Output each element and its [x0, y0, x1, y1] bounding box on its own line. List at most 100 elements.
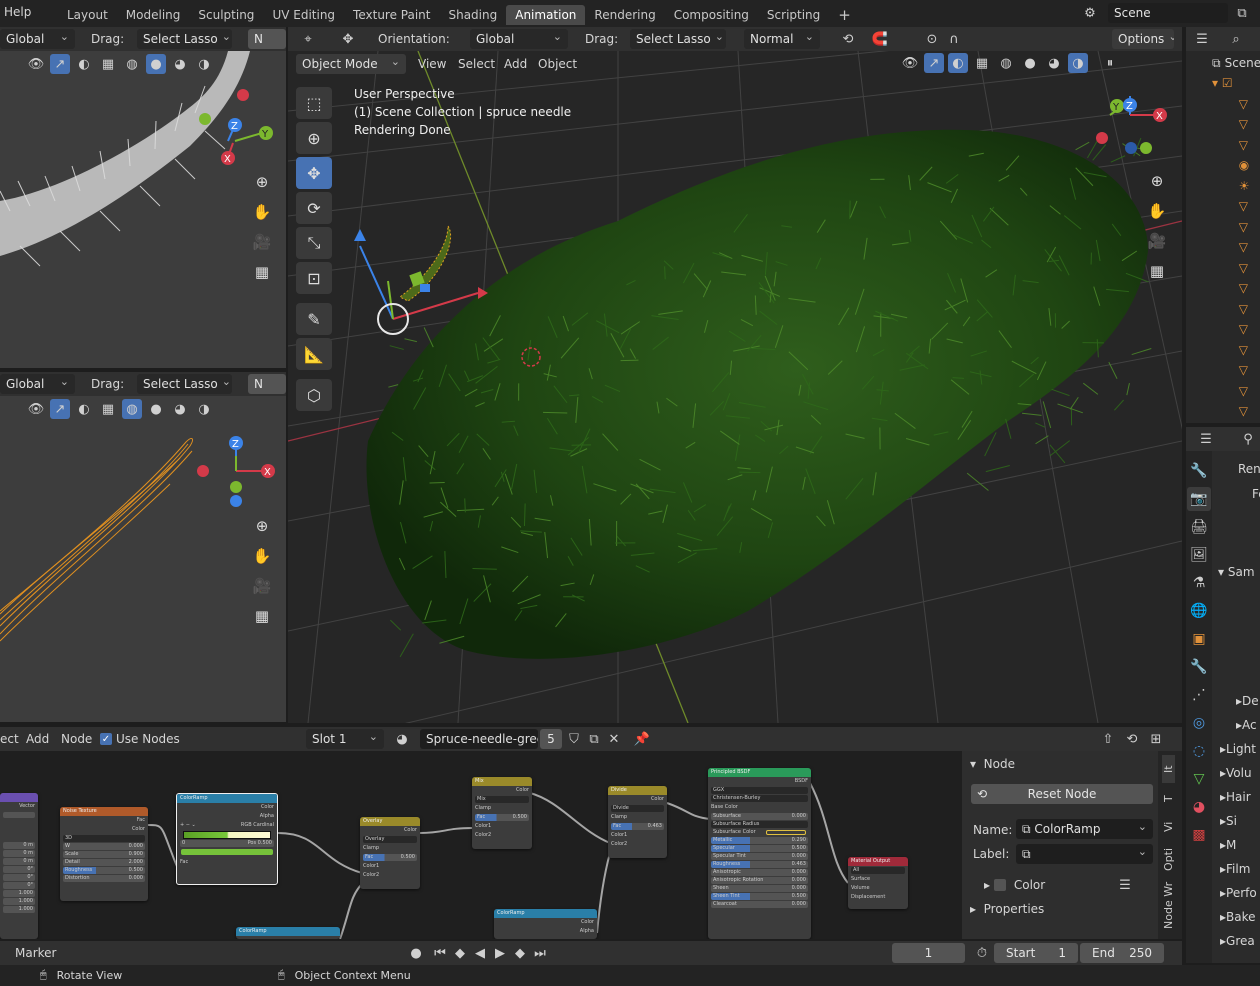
object-properties-icon[interactable]: ▣	[1187, 627, 1211, 651]
rotation-y-field[interactable]: 0°	[3, 874, 35, 881]
pivot-dropdown[interactable]: Normal	[744, 29, 820, 49]
prop-grease-row[interactable]: ▸ Grea	[1220, 931, 1255, 951]
node-panel-header[interactable]: ▾ Node	[970, 754, 1015, 774]
vector-node-dropdown[interactable]	[3, 812, 35, 818]
pause-render-icon[interactable]: ⏸	[1100, 53, 1120, 73]
overlay-toggle-icon[interactable]: ◐	[948, 53, 968, 73]
constraint-properties-icon[interactable]: ◌	[1187, 739, 1211, 763]
location-y-field[interactable]: 0 m	[3, 850, 35, 857]
bsdf-sheen-field[interactable]: Sheen 0.000	[711, 885, 808, 892]
prop-advanced-row[interactable]: ▸ Ac	[1236, 715, 1257, 735]
mix-mode-dropdown[interactable]: Mix	[475, 796, 529, 803]
unlink-material-icon[interactable]: ✕	[604, 729, 624, 749]
prop-sampling-panel[interactable]: ▾ Sam	[1218, 562, 1255, 582]
outliner-scene-root[interactable]: ⧉ Scene	[1212, 53, 1260, 73]
slot-dropdown[interactable]: Slot 1	[306, 729, 384, 749]
bsdf-sss-method-dropdown[interactable]: Christensen-Burley	[711, 795, 808, 802]
properties-panel-header[interactable]: ▸ Properties	[970, 899, 1044, 919]
bsdf-specular-field[interactable]: Specular 0.500	[711, 845, 808, 852]
annotate-tool-icon[interactable]: ✎	[296, 303, 332, 335]
snap-magnet-icon[interactable]: 🧲	[870, 29, 890, 49]
next-keyframe-icon[interactable]: ◆	[510, 943, 530, 963]
tab-sculpting[interactable]: Sculpting	[189, 5, 263, 25]
bsdf-anisotropic-field[interactable]: Anisotropic 0.000	[711, 869, 808, 876]
colorramp-color-swatch[interactable]	[181, 849, 273, 855]
snap-node-icon[interactable]: ⟲	[1122, 729, 1142, 749]
scale-x-field[interactable]: 1.000	[3, 890, 35, 897]
prop-volumes-row[interactable]: ▸ Volu	[1220, 763, 1252, 783]
world-properties-icon[interactable]: 🌐	[1187, 599, 1211, 623]
marker-menu[interactable]: Marker	[15, 943, 56, 963]
bsdf-distribution-dropdown[interactable]: GGX	[711, 787, 808, 794]
menu-object[interactable]: Object	[538, 54, 577, 74]
outliner-item-row[interactable]: ▽	[1212, 299, 1260, 320]
mode-dropdown[interactable]: Object Mode	[296, 54, 406, 74]
outliner-item-row[interactable]: ▽	[1212, 217, 1260, 238]
tab-animation[interactable]: Animation	[506, 5, 586, 25]
add-cube-tool-icon[interactable]: ⬡	[296, 379, 332, 411]
duplicate-material-icon[interactable]: ⧉	[584, 729, 604, 749]
left-top-pan-icon[interactable]: ✋	[249, 199, 275, 225]
properties-pin-icon[interactable]: ⚲	[1238, 429, 1258, 449]
fake-user-shield-icon[interactable]: ⛉	[564, 729, 584, 749]
play-icon[interactable]: ▶	[490, 943, 510, 963]
orientation-dropdown[interactable]: Global	[470, 29, 568, 49]
record-icon[interactable]: ●	[406, 943, 426, 963]
bsdf-clearcoat-field[interactable]: Clearcoat 0.000	[711, 901, 808, 908]
bsdf-specular-tint-field[interactable]: Specular Tint 0.000	[711, 853, 808, 860]
scene-copy-icon[interactable]: ⧉	[1232, 3, 1252, 23]
location-x-field[interactable]: 0 m	[3, 842, 35, 849]
scene-properties-icon[interactable]: ⚗	[1187, 571, 1211, 595]
color-presets-list-icon[interactable]: ☰	[1115, 875, 1135, 895]
properties-editor-type-icon[interactable]: ☰	[1196, 429, 1216, 449]
main-grid-icon[interactable]: ▦	[1144, 258, 1170, 284]
use-nodes-checkbox[interactable]: ✓	[100, 733, 112, 745]
outliner-item-row[interactable]: ▽	[1212, 94, 1260, 115]
overlay-fac-field[interactable]: Fac 0.500	[363, 854, 417, 861]
outliner-item-row[interactable]: ▽	[1212, 114, 1260, 135]
material-name-field[interactable]: Spruce-needle-green	[420, 729, 538, 749]
left-bottom-drag-dropdown[interactable]: Select Lasso	[137, 374, 232, 394]
sidebar-tab-tool[interactable]: T	[1162, 787, 1175, 811]
left-bottom-orientation-dropdown[interactable]: Global	[0, 374, 75, 394]
left-top-camera-icon[interactable]: 🎥	[249, 229, 275, 255]
prop-motion-row[interactable]: ▸ M	[1220, 835, 1236, 855]
material-properties-icon[interactable]: ◕	[1187, 795, 1211, 819]
outliner-item-row[interactable]: ▽	[1212, 237, 1260, 258]
tab-texture-paint[interactable]: Texture Paint	[344, 5, 439, 25]
left-bottom-n-button[interactable]: N	[248, 374, 286, 394]
outliner-item-row[interactable]: ▽	[1212, 340, 1260, 361]
prev-keyframe-icon[interactable]: ◆	[450, 943, 470, 963]
outliner-search-icon[interactable]: ⌕	[1226, 29, 1246, 49]
falloff-icon[interactable]: ∩	[944, 29, 964, 49]
outliner-light-row[interactable]: ☀	[1212, 176, 1260, 197]
noise-w-field[interactable]: W 0.000	[63, 843, 145, 850]
current-frame-field[interactable]: 1	[892, 943, 965, 963]
material-user-count[interactable]: 5	[540, 729, 562, 749]
left-bottom-zoom-icon[interactable]: ⊕	[249, 513, 275, 539]
sidebar-tab-item[interactable]: It	[1162, 755, 1175, 783]
add-workspace-button[interactable]: +	[829, 5, 860, 25]
prop-bake-row[interactable]: ▸ Bake	[1220, 907, 1256, 927]
left-bottom-viewport[interactable]: 👁 ↗ ◐ ▦ ◍ ● ◕ ◑ Z X ⊕ ✋ 🎥 ▦	[0, 396, 286, 722]
play-reverse-icon[interactable]: ◀	[470, 943, 490, 963]
main-viewport[interactable]: Y Z X Object Mode View Select Add Object…	[288, 51, 1182, 723]
prop-hair-row[interactable]: ▸ Hair	[1220, 787, 1251, 807]
measure-tool-icon[interactable]: 📐	[296, 338, 332, 370]
outliner-item-row[interactable]: ▽	[1212, 135, 1260, 156]
bsdf-subsurface-radius-field[interactable]: Subsurface Radius	[711, 821, 808, 828]
parent-node-tree-icon[interactable]: ⇧	[1098, 729, 1118, 749]
menu-select[interactable]: Select	[458, 54, 495, 74]
sidebar-tab-view[interactable]: Vi	[1162, 815, 1175, 839]
colorramp-interp-value[interactable]: Cardinal	[253, 822, 274, 828]
rendered-shading-icon[interactable]: ◑	[1068, 53, 1088, 73]
bsdf-subsurface-color-field[interactable]: Subsurface Color	[711, 829, 808, 836]
noise-scale-field[interactable]: Scale 0.900	[63, 851, 145, 858]
move-tool-icon[interactable]: ✥	[338, 29, 358, 49]
tab-rendering[interactable]: Rendering	[585, 5, 664, 25]
colorramp-position-field[interactable]: 0 Pos 0.500	[180, 840, 274, 847]
rotation-z-field[interactable]: 0°	[3, 882, 35, 889]
outliner-collection-row[interactable]: ▾ ☑	[1212, 73, 1260, 94]
scale-tool-icon[interactable]: ⤡	[296, 227, 332, 259]
noise-roughness-field[interactable]: Roughness 0.500	[63, 867, 145, 874]
